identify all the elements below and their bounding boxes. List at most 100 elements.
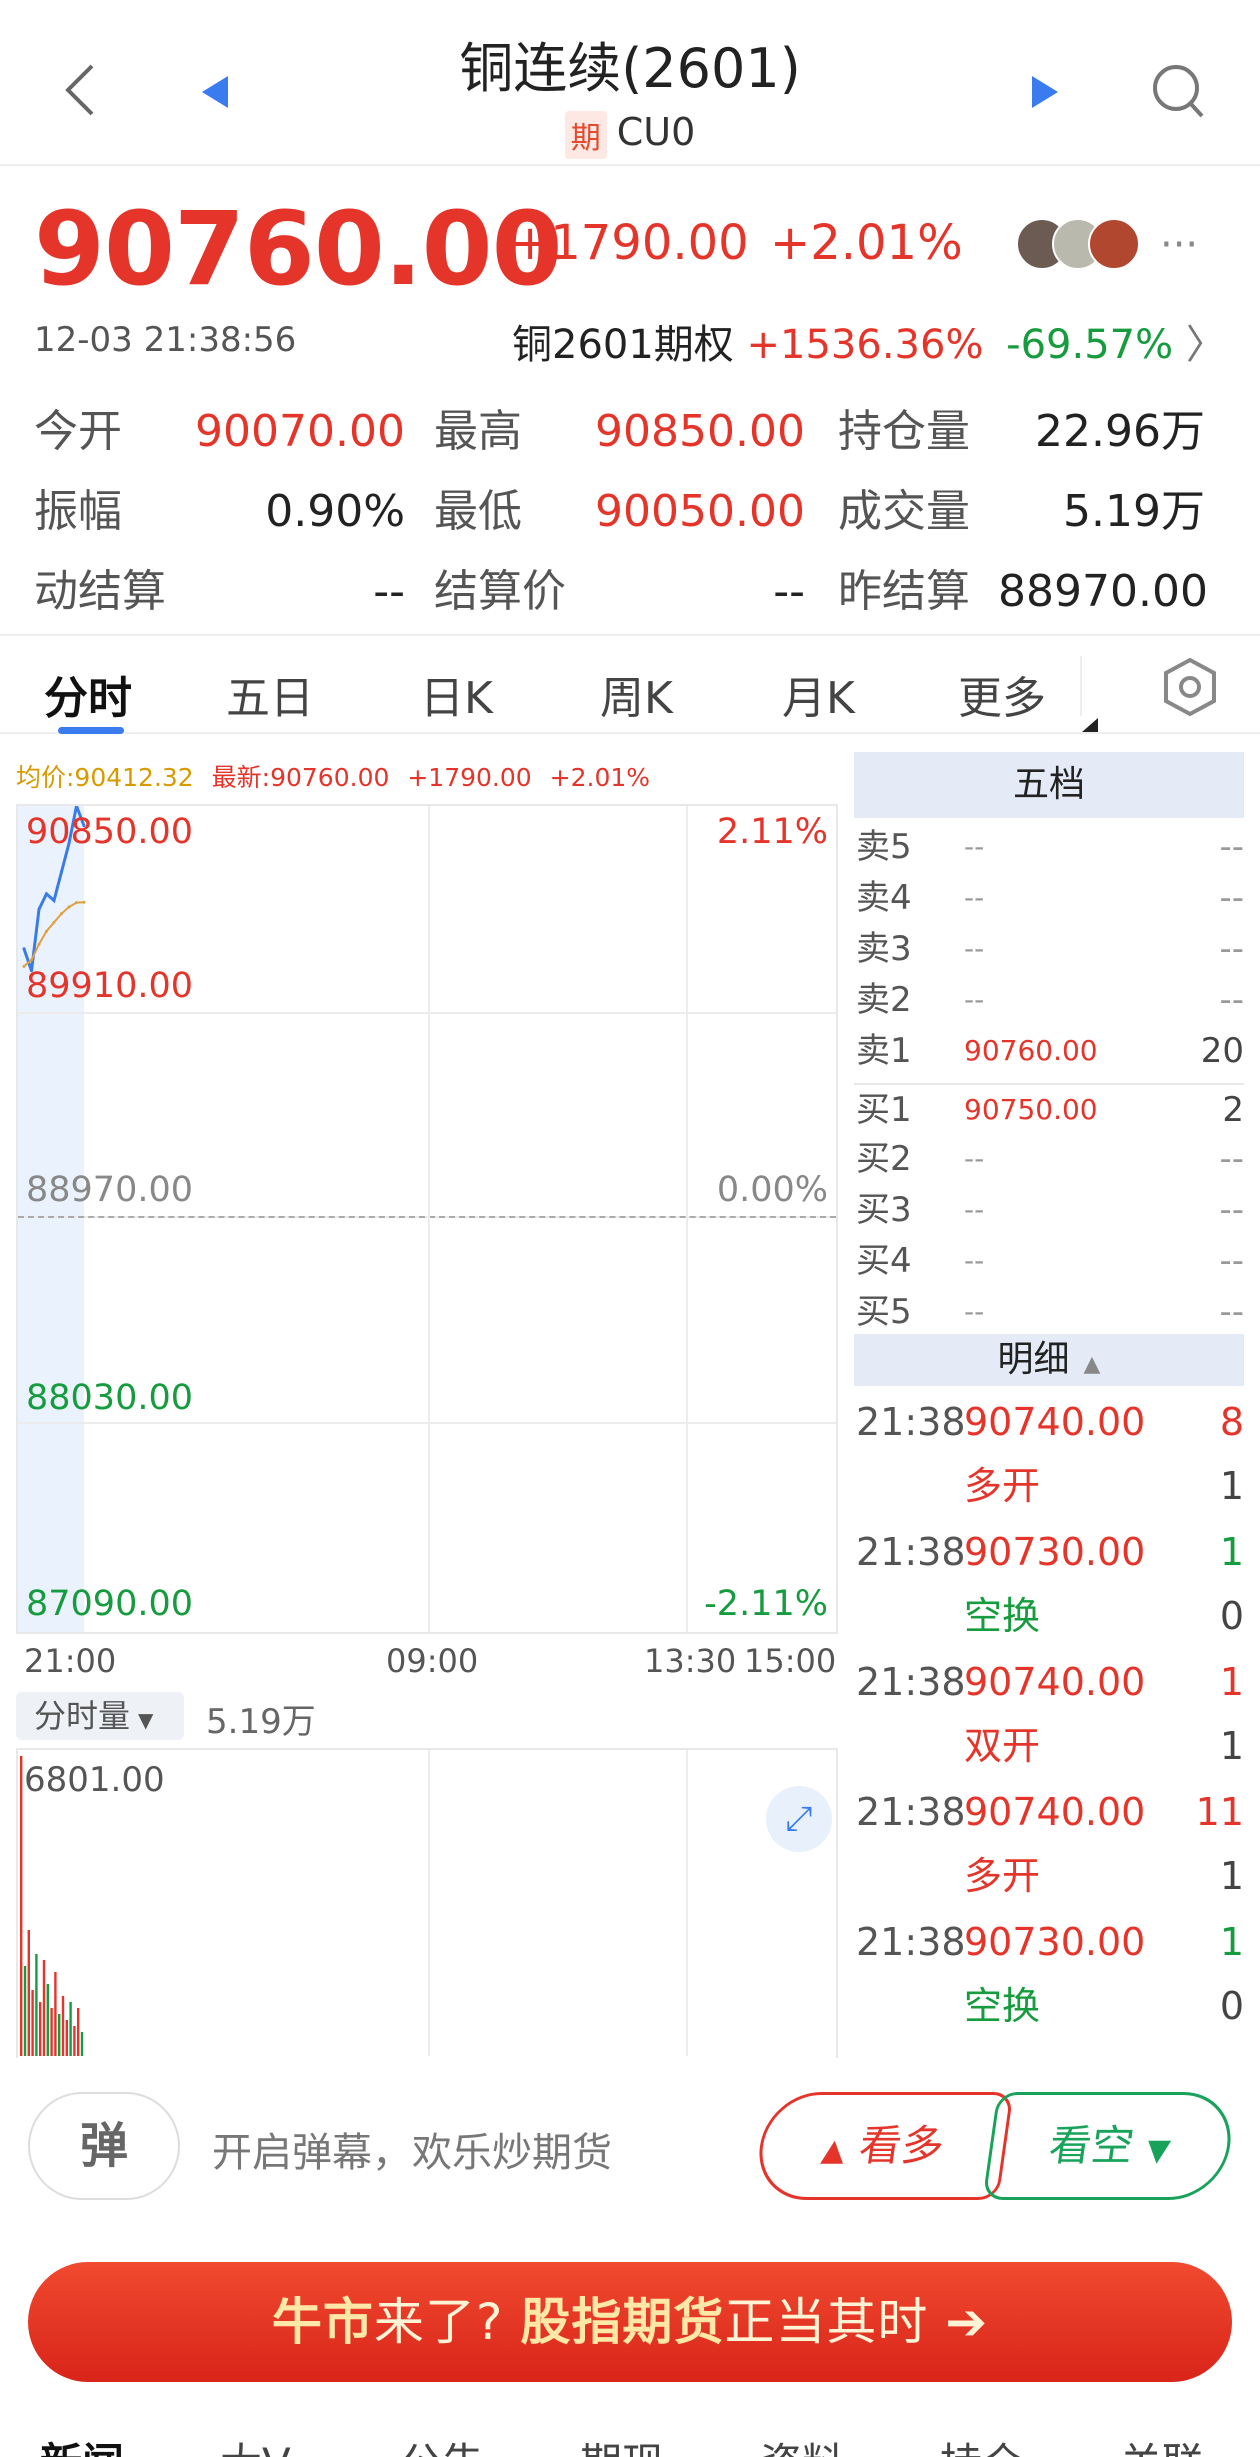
price-change-pct: +2.01% [770, 215, 963, 271]
next-contract-icon[interactable] [1030, 74, 1060, 110]
order-book-level: 买4 [856, 1241, 912, 1281]
y-pct-label: 2.11% [716, 812, 828, 852]
trade-type-row: 多开 1 [854, 1846, 1244, 1906]
tab-3[interactable]: 周K [600, 662, 673, 726]
order-book-price: -- [964, 1142, 985, 1175]
volume-bar [73, 2026, 76, 2056]
stat-label: 振幅 [34, 486, 122, 537]
trade-type-count: 1 [1219, 1464, 1244, 1508]
tab-2[interactable]: 日K [420, 662, 493, 726]
tab-1[interactable]: 五日 [226, 662, 314, 726]
order-book-volume: -- [1219, 1190, 1244, 1230]
danmu-input[interactable]: 开启弹幕，欢乐炒期货 [212, 2120, 612, 2178]
series-point [82, 900, 86, 904]
order-book-volume: -- [1219, 878, 1244, 918]
volume-bar [77, 2008, 80, 2056]
price-change: +1790.00 [510, 215, 749, 271]
stat-label: 动结算 [34, 566, 166, 617]
order-book-level: 卖3 [856, 929, 912, 969]
series-point [45, 892, 48, 896]
bottom-tab-1[interactable]: 大V [220, 2430, 291, 2457]
order-book-row: 买1 90750.00 2 [854, 1083, 1244, 1133]
bottom-tab-0[interactable]: 新闻 [40, 2430, 124, 2457]
volume-bar [27, 1930, 30, 2056]
trade-volume: 11 [1195, 1790, 1244, 1834]
trade-volume: 1 [1219, 1660, 1244, 1704]
search-icon[interactable] [1150, 62, 1206, 122]
order-book-price: -- [964, 881, 985, 914]
bottom-tab-5[interactable]: 持仓 [940, 2430, 1024, 2457]
trade-type: 多开 [964, 1854, 1041, 1898]
volume-bar [54, 1972, 57, 2056]
y-tick-label: 87090.00 [26, 1584, 194, 1624]
more-dots-icon[interactable]: ··· [1160, 222, 1198, 268]
bottom-tab-6[interactable]: 关联 [1120, 2430, 1204, 2457]
x-tick-label: 15:00 [744, 1642, 837, 1680]
trade-type-count: 0 [1219, 1984, 1244, 2028]
trade-type-count: 1 [1219, 1724, 1244, 1768]
trade-time: 21:38 [856, 1400, 966, 1444]
order-book-row: 买5 -- -- [854, 1287, 1244, 1337]
stat-value: -- [773, 566, 805, 617]
order-book-level: 卖1 [856, 1031, 912, 1071]
promo-banner[interactable]: 牛市来了? 股指期货正当其时 ➔ [28, 2262, 1232, 2382]
order-book-row: 卖4 -- -- [854, 873, 1244, 923]
bearish-label: 看空 [1046, 2121, 1137, 2170]
bullish-label: 看多 [856, 2121, 948, 2170]
stat-value: 22.96万 [1035, 406, 1205, 457]
y-pct-label: -2.11% [704, 1584, 828, 1624]
danmu-toggle-button[interactable]: 弹 [28, 2092, 180, 2200]
trade-detail-header[interactable]: 明细 ▲ [854, 1334, 1244, 1386]
trade-volume: 8 [1219, 1400, 1244, 1444]
volume-selector-label: 分时量 [34, 1697, 131, 1735]
settings-hexagon-icon[interactable] [1160, 656, 1220, 718]
stat-value: -- [373, 566, 405, 617]
bottom-tab-3[interactable]: 期现 [580, 2430, 664, 2457]
volume-selector[interactable]: 分时量 ▼ [16, 1692, 184, 1740]
latest-price-label: 最新:90760.00 [211, 763, 390, 792]
y-pct-label: 0.00% [716, 1170, 828, 1210]
trade-time: 21:38 [856, 1660, 966, 1704]
volume-bar [80, 2032, 84, 2056]
option-link[interactable]: 铜2601期权 +1536.36% -69.57% 〉 [512, 312, 1226, 370]
bullish-button[interactable]: ▲ 看多 [752, 2092, 1014, 2200]
order-book-volume: 20 [1200, 1031, 1244, 1071]
caret-up-icon: ▲ [1083, 1352, 1101, 1377]
avg-series-line [23, 901, 85, 968]
tab-4[interactable]: 月K [782, 662, 855, 726]
volume-bar [61, 1996, 65, 2056]
series-point [52, 920, 56, 924]
bottom-tab-2[interactable]: 公告 [400, 2430, 484, 2457]
chart-info: 均价:90412.32 最新:90760.00 +1790.00 +2.01% [16, 758, 650, 794]
triangle-down-icon: ▼ [1144, 2133, 1173, 2168]
tab-5[interactable]: 更多 [958, 662, 1046, 726]
bottom-tab-4[interactable]: 资料 [760, 2430, 844, 2457]
intraday-chart[interactable]: 90850.00 89910.00 88970.00 88030.00 8709… [16, 804, 838, 1634]
x-tick-label: 13:30 [644, 1642, 737, 1680]
volume-chart[interactable]: 6801.00 ⤢ [16, 1748, 838, 2058]
quote-time: 12-03 21:38:56 [34, 320, 297, 360]
stat-label: 最低 [434, 486, 522, 537]
tab-0[interactable]: 分时 [44, 662, 132, 726]
stat-label: 今开 [34, 406, 122, 457]
volume-bar [20, 1756, 23, 2056]
bottom-tabs: 新闻 大V 公告 期现 资料 持仓 关联 [0, 2420, 1260, 2457]
option-label: 铜2601期权 [512, 322, 734, 368]
contract-code-text: CU0 [616, 110, 696, 154]
volume-bar [39, 2002, 42, 2056]
chart-change-pct: +2.01% [549, 763, 651, 792]
trade-type-count: 0 [1219, 1594, 1244, 1638]
avatar-group[interactable] [1016, 218, 1140, 274]
trade-type: 空换 [964, 1984, 1041, 2028]
caret-down-icon: ▼ [138, 1708, 154, 1732]
order-book-price: -- [964, 1295, 985, 1328]
stat-value: 88970.00 [998, 566, 1208, 617]
bearish-button[interactable]: 看空 ▼ [982, 2092, 1238, 2200]
series-point [75, 901, 78, 905]
stat-label: 持仓量 [838, 406, 970, 457]
expand-icon[interactable]: ⤢ [766, 1786, 832, 1852]
volume-bar [65, 2020, 68, 2056]
divider [1080, 656, 1082, 716]
x-tick-label: 21:00 [24, 1642, 117, 1680]
trade-row: 21:38 90730.00 1 [854, 1522, 1244, 1582]
